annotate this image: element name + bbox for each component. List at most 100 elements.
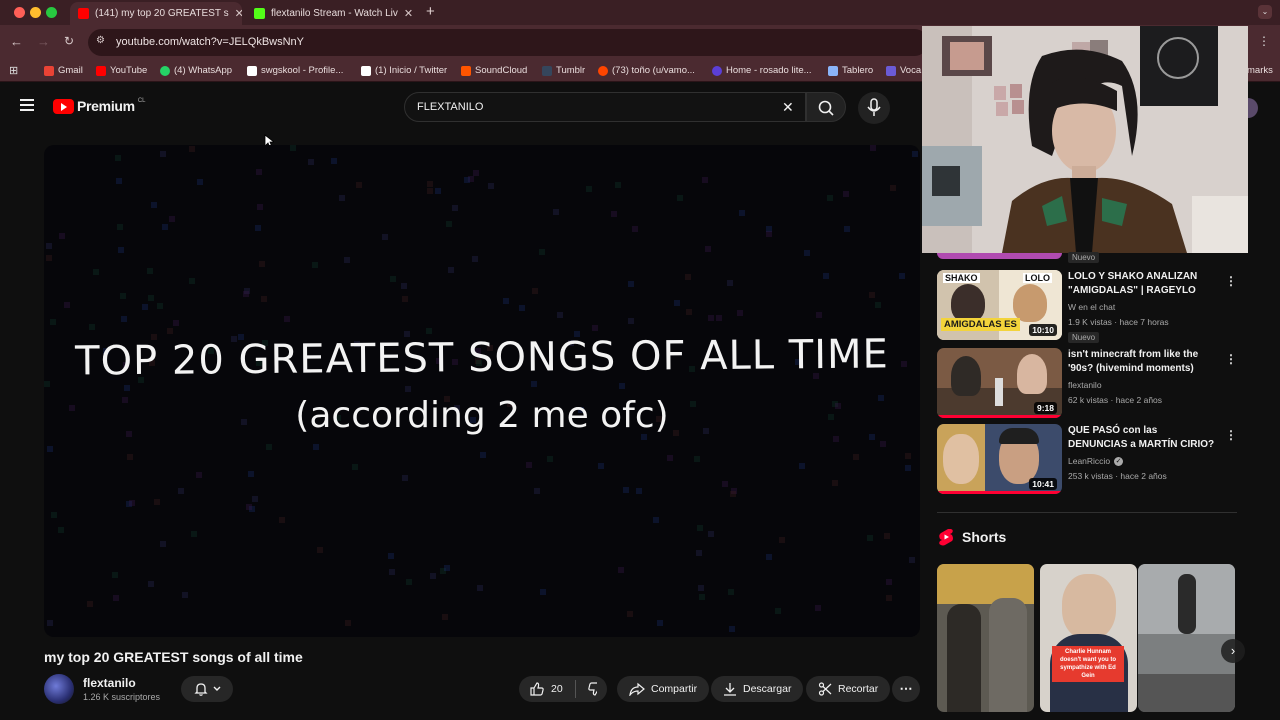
browser-tab[interactable]: flextanilo Stream - Watch Liv ✕ [246,2,418,25]
recommendation-item[interactable]: 9:18 isn't minecraft from like the '90s?… [937,348,1237,418]
noise-speckle [464,177,470,183]
shorts-next-chevron-icon[interactable]: › [1221,639,1245,663]
noise-speckle [160,541,166,547]
thumbnail-person [1013,284,1047,322]
all-bookmarks[interactable]: marks [1247,65,1273,76]
bookmark-swgskool[interactable]: swgskool - Profile... [247,65,343,76]
more-options-icon[interactable]: ⋮ [1225,428,1237,442]
more-actions-button[interactable]: ⋯ [892,676,920,702]
recommendation-channel[interactable]: W en el chat [1068,302,1115,312]
tab-close-icon[interactable]: ✕ [235,7,242,20]
like-button[interactable]: 20 [529,681,563,697]
short-caption: Charlie Hunnam doesn't want you to sympa… [1052,646,1124,682]
short-item[interactable] [1138,564,1235,712]
bookmark-soundcloud[interactable]: SoundCloud [461,65,527,76]
tablero-icon [828,65,838,76]
recommendation-item[interactable]: 10:41 QUE PASÓ con las DENUNCIAS a MARTÍ… [937,424,1237,494]
tab-search-chevron-icon[interactable]: ⌄ [1258,5,1272,19]
short-item[interactable]: Charlie Hunnam doesn't want you to sympa… [1040,564,1137,712]
video-thumbnail[interactable]: 9:18 [937,348,1062,418]
forward-arrow-icon[interactable]: → [37,34,50,49]
bookmark-rosado[interactable]: Home - rosado lite... [712,65,812,76]
bookmark-tumblr[interactable]: Tumblr [542,65,585,76]
share-button[interactable]: Compartir [617,676,710,702]
browser-menu-icon[interactable]: ⋮ [1258,34,1270,48]
video-thumbnail[interactable]: SHAKO LOLO AMIGDALAS ES 10:10 [937,270,1062,340]
download-label: Descargar [743,683,792,695]
noise-speckle [345,620,351,626]
short-item[interactable] [937,564,1034,712]
bookmark-whatsapp[interactable]: (4) WhatsApp [160,65,232,76]
noise-speckle [197,179,203,185]
subscribed-notifications-button[interactable] [181,676,233,702]
noise-speckle [87,601,93,607]
youtube-favicon-icon [78,8,89,19]
noise-speckle [696,550,702,556]
more-options-icon[interactable]: ⋮ [1225,274,1237,288]
thumbnail-label: LOLO [1023,273,1052,283]
url-text: youtube.com/watch?v=JELQkBwsNnY [116,36,305,48]
clip-button[interactable]: Recortar [806,676,891,702]
youtube-premium-logo[interactable]: Premium CL [53,98,145,114]
video-player[interactable]: TOP 20 GREATEST SONGS OF ALL TIME (accor… [44,145,920,637]
download-button[interactable]: Descargar [711,676,804,702]
voice-search-button[interactable] [858,92,890,124]
noise-speckle [444,565,450,571]
more-horizontal-icon: ⋯ [899,681,913,696]
maximize-window-button[interactable] [46,7,57,18]
recommendation-title[interactable]: QUE PASÓ con las DENUNCIAS a MARTÍN CIRI… [1068,424,1218,452]
channel-name[interactable]: flextanilo [83,676,136,690]
bookmark-gmail[interactable]: Gmail [44,65,83,76]
reload-icon[interactable]: ↻ [64,34,74,48]
noise-speckle [113,595,119,601]
thumbnail-mic [995,378,1003,406]
minimize-window-button[interactable] [30,7,41,18]
noise-speckle [875,302,881,308]
bookmark-twitter[interactable]: (1) Inicio / Twitter [361,65,447,76]
recommendation-title[interactable]: isn't minecraft from like the '90s? (hiv… [1068,348,1218,376]
video-overlay-title: TOP 20 GREATEST SONGS OF ALL TIME [74,331,890,385]
bookmark-label: Voca [900,65,922,76]
search-button[interactable] [806,92,846,122]
recommendation-item[interactable]: SHAKO LOLO AMIGDALAS ES 10:10 LOLO Y SHA… [937,270,1237,343]
short-person [1178,574,1196,634]
noise-speckle [261,296,267,302]
recommendation-channel[interactable]: flextanilo [1068,380,1102,390]
tab-close-icon[interactable]: ✕ [404,7,413,20]
video-thumbnail[interactable]: 10:41 [937,424,1062,494]
bookmark-voca[interactable]: Voca [886,65,921,76]
noise-speckle [539,249,545,255]
address-bar[interactable]: ⚙ youtube.com/watch?v=JELQkBwsNnY [88,29,928,56]
new-tab-button[interactable]: + [426,3,435,20]
noise-speckle [452,205,458,211]
recommendation-channel[interactable]: LeanRiccio ✓ [1068,456,1124,466]
recommendation-title[interactable]: LOLO Y SHAKO ANALIZAN "AMIGDALAS" | RAGE… [1068,270,1218,298]
browser-tab-active[interactable]: (141) my top 20 GREATEST s ✕ [70,2,242,25]
search-input[interactable]: FLEXTANILO ✕ [404,92,806,122]
noise-speckle [488,183,494,189]
close-window-button[interactable] [14,7,25,18]
noise-speckle [173,320,179,326]
clear-search-icon[interactable]: ✕ [782,99,794,116]
noise-speckle [685,274,691,280]
noise-speckle [58,527,64,533]
whatsapp-icon [160,65,170,76]
bookmark-reddit[interactable]: (73) toño (u/vamo... [598,65,695,76]
more-options-icon[interactable]: ⋮ [1225,352,1237,366]
thumbs-down-icon[interactable] [587,681,597,697]
prev-thumbnail-edge[interactable] [937,253,1062,259]
bookmark-label: (4) WhatsApp [174,65,233,76]
gmail-icon [44,65,54,76]
microphone-icon [867,98,881,116]
bookmark-youtube[interactable]: YouTube [96,65,147,76]
noise-speckle [389,569,395,575]
bookmark-tablero[interactable]: Tablero [828,65,873,76]
apps-grid-icon[interactable]: ⊞ [9,64,18,77]
bookmark-label: Tablero [842,65,874,76]
menu-hamburger-icon[interactable] [20,99,34,111]
site-settings-icon[interactable]: ⚙ [96,35,105,46]
channel-avatar[interactable] [44,674,74,704]
noise-speckle [653,517,659,523]
back-arrow-icon[interactable]: ← [10,34,23,49]
noise-speckle [446,221,452,227]
